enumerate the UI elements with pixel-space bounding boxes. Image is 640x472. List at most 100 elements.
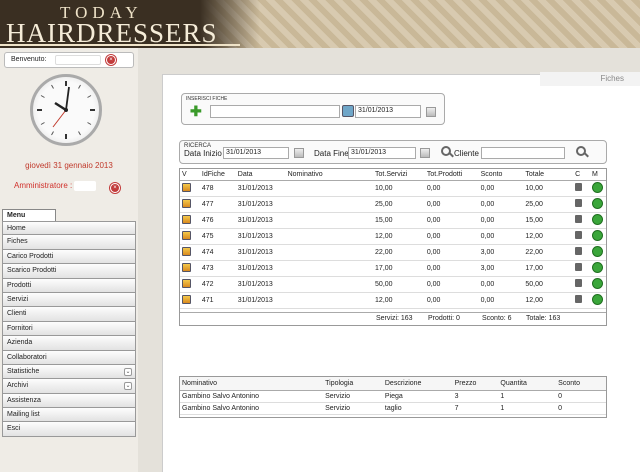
cell-prodotti: 0,00: [424, 244, 479, 261]
end-calendar-icon[interactable]: [420, 148, 430, 158]
sidebar-item-carico-prodotti[interactable]: Carico Prodotti: [2, 249, 136, 265]
column-header[interactable]: Nominativo: [285, 169, 374, 181]
trash-icon[interactable]: [575, 231, 583, 239]
edit-fiche-icon[interactable]: [182, 214, 191, 224]
edit-fiche-icon[interactable]: [182, 278, 191, 288]
trash-icon[interactable]: [575, 183, 583, 191]
column-header[interactable]: Nominativo: [180, 377, 324, 391]
column-header[interactable]: Tipologia: [323, 377, 383, 391]
sidebar-item-scarico-prodotti[interactable]: Scarico Prodotti: [2, 264, 136, 279]
total-amount: Totale: 163: [526, 315, 561, 322]
column-header[interactable]: Data: [235, 169, 286, 181]
trash-icon[interactable]: [575, 199, 583, 207]
cell-modify: [589, 228, 606, 245]
edit-fiche-icon[interactable]: [182, 262, 191, 272]
cell-id: 474: [199, 244, 236, 261]
trash-icon[interactable]: [575, 215, 583, 223]
sidebar-item-statistiche[interactable]: Statistiche ⌄: [2, 364, 136, 380]
table-row[interactable]: 476 31/01/2013 15,00 0,00 0,00 15,00: [180, 212, 606, 229]
client-name-input[interactable]: [210, 105, 340, 118]
table-row[interactable]: 477 31/01/2013 25,00 0,00 0,00 25,00: [180, 196, 606, 213]
trash-icon[interactable]: [575, 247, 583, 255]
column-header[interactable]: Prezzo: [452, 377, 499, 391]
sidebar-item-azienda[interactable]: Azienda: [2, 336, 136, 351]
client-search-input[interactable]: [481, 147, 565, 159]
edit-fiche-icon[interactable]: [182, 230, 191, 240]
client-label: Cliente: [454, 149, 479, 158]
chevron-down-icon[interactable]: ⌄: [124, 367, 132, 376]
logout-icon[interactable]: ×: [106, 55, 116, 65]
table-row[interactable]: 474 31/01/2013 22,00 0,00 3,00 22,00: [180, 244, 606, 261]
table-row[interactable]: 473 31/01/2013 17,00 0,00 3,00 17,00: [180, 260, 606, 277]
column-header[interactable]: Quantita: [498, 377, 557, 391]
cell-totale: 12,00: [523, 292, 574, 309]
edit-fiche-icon[interactable]: [182, 198, 191, 208]
table-row[interactable]: Gambino Salvo Antonino Servizio taglio 7 1 0: [180, 402, 606, 415]
trash-icon[interactable]: [575, 295, 583, 303]
trash-icon[interactable]: [575, 279, 583, 287]
insert-fiche-title: INSERISCI FICHE: [186, 96, 228, 102]
table-cell: 0: [556, 390, 606, 403]
sidebar-item-esci[interactable]: Esci: [2, 422, 136, 437]
sidebar-item-servizi[interactable]: Servizi: [2, 292, 136, 308]
modify-icon[interactable]: [591, 229, 603, 241]
modify-icon[interactable]: [591, 197, 603, 209]
sidebar-item-assistenza[interactable]: Assistenza: [2, 393, 136, 409]
sidebar-item-home[interactable]: Home: [2, 221, 136, 236]
table-row[interactable]: 472 31/01/2013 50,00 0,00 0,00 50,00: [180, 276, 606, 293]
table-row[interactable]: 471 31/01/2013 12,00 0,00 0,00 12,00: [180, 292, 606, 309]
sidebar-item-fiches[interactable]: Fiches: [2, 235, 136, 250]
edit-fiche-icon[interactable]: [182, 246, 191, 256]
sidebar-item-archivi[interactable]: Archivi ⌄: [2, 379, 136, 394]
sidebar-item-prodotti[interactable]: Prodotti: [2, 278, 136, 293]
date-search-icon[interactable]: [441, 146, 451, 156]
table-row[interactable]: Gambino Salvo Antonino Servizio Piega 3 1 0: [180, 390, 606, 403]
admin-logout-icon[interactable]: ×: [110, 183, 120, 193]
modify-icon[interactable]: [591, 293, 603, 305]
column-header[interactable]: V: [180, 169, 200, 181]
sidebar-item-label: Collaboratori: [7, 353, 47, 361]
fiche-date-input[interactable]: 31/01/2013: [355, 105, 421, 118]
cell-data: 31/01/2013: [235, 212, 286, 229]
modify-icon[interactable]: [591, 245, 603, 257]
column-header[interactable]: Sconto: [556, 377, 606, 391]
modify-icon[interactable]: [591, 261, 603, 273]
column-header[interactable]: Tot.Prodotti: [424, 169, 479, 181]
column-header[interactable]: Sconto: [478, 169, 524, 181]
table-row[interactable]: 475 31/01/2013 12,00 0,00 0,00 12,00: [180, 228, 606, 245]
client-search-icon[interactable]: [576, 146, 586, 156]
column-header[interactable]: Descrizione: [382, 377, 453, 391]
client-lookup-icon[interactable]: [342, 105, 354, 117]
edit-fiche-icon[interactable]: [182, 294, 191, 304]
column-header[interactable]: M: [589, 169, 606, 181]
table-row[interactable]: 478 31/01/2013 10,00 0,00 0,00 10,00: [180, 180, 606, 197]
sidebar-item-clienti[interactable]: Clienti: [2, 307, 136, 322]
sidebar-item-label: Carico Prodotti: [7, 252, 54, 260]
start-date-input[interactable]: 31/01/2013: [223, 147, 289, 159]
sidebar-item-label: Prodotti: [7, 281, 32, 289]
plus-icon[interactable]: ✚: [190, 104, 202, 118]
app-header: TODAY HAIRDRESSERS: [0, 0, 640, 48]
column-header[interactable]: Totale: [523, 169, 574, 181]
modify-icon[interactable]: [591, 181, 603, 193]
modify-icon[interactable]: [591, 277, 603, 289]
calendar-icon[interactable]: [426, 107, 436, 117]
cell-modify: [589, 260, 606, 277]
column-header[interactable]: IdFiche: [199, 169, 236, 181]
trash-icon[interactable]: [575, 263, 583, 271]
cell-data: 31/01/2013: [235, 276, 286, 293]
modify-icon[interactable]: [591, 213, 603, 225]
cell-view: [180, 228, 200, 245]
cell-view: [180, 196, 200, 213]
sidebar-item-fornitori[interactable]: Fornitori: [2, 321, 136, 337]
sidebar-item-collaboratori[interactable]: Collaboratori: [2, 350, 136, 365]
sidebar-item-mailing-list[interactable]: Mailing list: [2, 408, 136, 423]
edit-fiche-icon[interactable]: [182, 182, 191, 192]
end-date-input[interactable]: 31/01/2013: [348, 147, 416, 159]
cell-data: 31/01/2013: [235, 244, 286, 261]
column-header[interactable]: C: [573, 169, 590, 181]
chevron-down-icon[interactable]: ⌄: [124, 382, 132, 391]
user-name-field: [55, 55, 101, 65]
start-calendar-icon[interactable]: [294, 148, 304, 158]
column-header[interactable]: Tot.Servizi: [373, 169, 425, 181]
